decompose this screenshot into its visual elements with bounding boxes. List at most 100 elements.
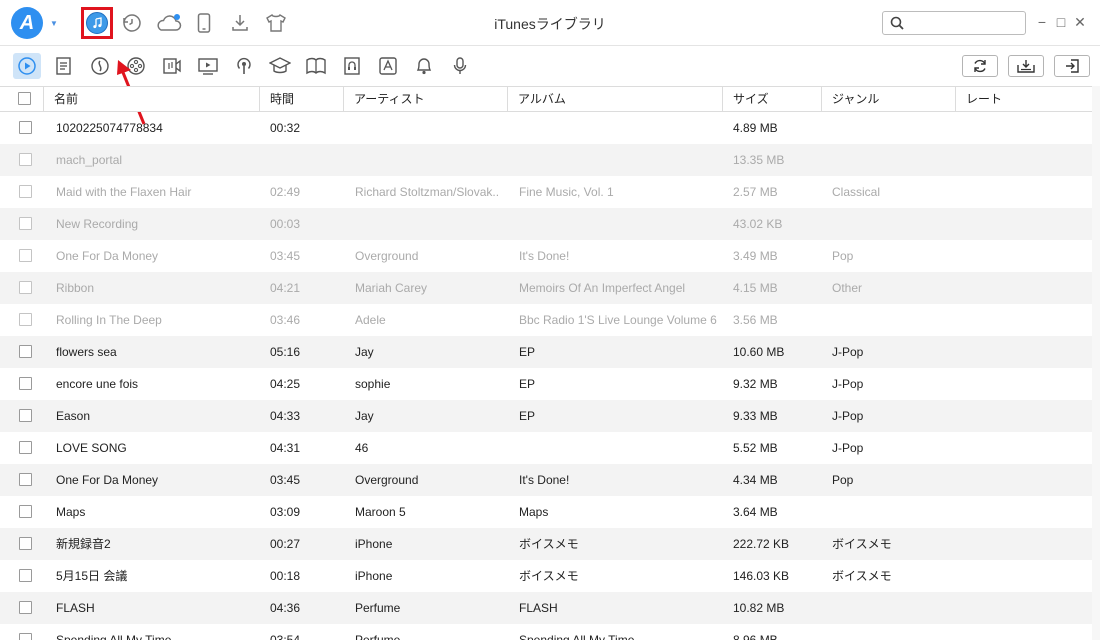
row-checkbox[interactable] (19, 185, 32, 198)
maximize-button[interactable]: □ (1053, 13, 1069, 31)
cell-name: Maid with the Flaxen Hair (56, 185, 192, 199)
tab-podcasts[interactable] (230, 53, 258, 79)
search-input[interactable] (909, 14, 1021, 32)
row-checkbox[interactable] (19, 537, 32, 550)
table-row[interactable]: One For Da Money 03:45 Overground It's Done… (0, 464, 1092, 496)
tshirt-icon[interactable] (262, 9, 290, 37)
tab-voice-memos[interactable] (446, 53, 474, 79)
row-checkbox[interactable] (19, 281, 32, 294)
select-all-checkbox[interactable] (18, 92, 31, 105)
table-row[interactable]: Maps 03:09 Maroon 5 Maps 3.64 MB (0, 496, 1092, 528)
cell-size: 9.33 MB (733, 409, 778, 423)
row-checkbox[interactable] (19, 601, 32, 614)
icloud-icon[interactable] (154, 9, 184, 37)
device-icon[interactable] (190, 9, 218, 37)
refresh-icon (974, 59, 986, 73)
graduation-cap-icon (269, 57, 291, 74)
cell-genre (832, 144, 952, 176)
table-row[interactable]: 1020225074778834 00:32 4.89 MB (0, 112, 1092, 144)
table-row[interactable]: Eason 04:33 Jay EP 9.33 MB J-Pop (0, 400, 1092, 432)
column-header-rate[interactable]: レート (956, 87, 1092, 112)
table-row[interactable]: encore une fois 04:25 sophie EP 9.32 MB J-Pop (0, 368, 1092, 400)
table-row[interactable]: New Recording 00:03 43.02 KB (0, 208, 1092, 240)
cell-name: Ribbon (56, 281, 95, 295)
column-header-artist[interactable]: アーティスト (344, 87, 508, 112)
cell-genre: Other (832, 281, 863, 295)
column-header-name[interactable]: 名前 (44, 87, 260, 112)
import-to-device-button[interactable] (1054, 55, 1090, 77)
cell-size: 146.03 KB (733, 569, 790, 583)
cell-artist: iPhone (355, 537, 393, 551)
table-row[interactable]: One For Da Money 03:45 Overground It's Done… (0, 240, 1092, 272)
cell-album (519, 112, 719, 144)
cell-artist: Jay (355, 345, 374, 359)
cell-artist (355, 144, 503, 176)
tab-playlists[interactable] (50, 53, 78, 79)
row-checkbox[interactable] (19, 473, 32, 486)
close-button[interactable]: ✕ (1072, 13, 1088, 31)
table-row[interactable]: Maid with the Flaxen Hair 02:49 Richard St… (0, 176, 1092, 208)
table-row[interactable]: Ribbon 04:21 Mariah Carey Memoirs Of An Imp… (0, 272, 1092, 304)
row-checkbox[interactable] (19, 441, 32, 454)
music-note-icon (86, 12, 108, 34)
row-checkbox[interactable] (19, 217, 32, 230)
cell-time: 05:16 (270, 345, 301, 359)
tab-tv[interactable] (194, 53, 222, 79)
row-checkbox[interactable] (19, 153, 32, 166)
row-checkbox[interactable] (19, 345, 32, 358)
tab-tones[interactable] (410, 53, 438, 79)
cell-name: Rolling In The Deep (56, 313, 162, 327)
refresh-button[interactable] (962, 55, 998, 77)
music-video-icon (163, 58, 181, 74)
tab-music[interactable] (13, 53, 41, 79)
table-row[interactable]: LOVE SONG 04:31 46 5.52 MB J-Pop (0, 432, 1092, 464)
cell-name: LOVE SONG (56, 441, 127, 455)
audiobook-icon (344, 57, 360, 75)
cell-name: Eason (56, 409, 91, 423)
tab-music-videos[interactable] (158, 53, 186, 79)
tab-audiobooks[interactable] (338, 53, 366, 79)
table-row[interactable]: 5月15日 会議 00:18 iPhone ボイスメモ 146.03 KB ボイスメモ (0, 560, 1092, 592)
column-header-album[interactable]: アルバム (508, 87, 723, 112)
music-library-button[interactable] (81, 7, 113, 39)
row-checkbox[interactable] (19, 633, 32, 640)
search-icon (890, 16, 904, 30)
table-row[interactable]: flowers sea 05:16 Jay EP 10.60 MB J-Pop (0, 336, 1092, 368)
cell-genre (832, 208, 952, 240)
cell-genre (832, 304, 952, 336)
minimize-button[interactable]: − (1034, 13, 1050, 31)
cell-name: mach_portal (56, 153, 123, 167)
tab-books[interactable] (302, 53, 330, 79)
row-checkbox[interactable] (19, 121, 32, 134)
table-row[interactable]: Rolling In The Deep 03:46 Adele Bbc Radio 1… (0, 304, 1092, 336)
table-row[interactable]: 新規録音2 00:27 iPhone ボイスメモ 222.72 KB ボイスメモ (0, 528, 1092, 560)
column-header-time[interactable]: 時間 (260, 87, 344, 112)
table-row[interactable]: FLASH 04:36 Perfume FLASH 10.82 MB (0, 592, 1092, 624)
chevron-down-icon[interactable]: ▼ (50, 19, 58, 28)
cell-size: 3.49 MB (733, 249, 778, 263)
cell-artist: Maroon 5 (355, 505, 406, 519)
tab-itunes-u[interactable] (266, 53, 294, 79)
row-checkbox[interactable] (19, 377, 32, 390)
row-checkbox[interactable] (19, 313, 32, 326)
table-row[interactable]: Spending All My Time 03:54 Perfume Spending… (0, 624, 1092, 640)
table-row[interactable]: mach_portal 13.35 MB (0, 144, 1092, 176)
app-logo-icon[interactable]: A (11, 7, 43, 39)
download-icon[interactable] (226, 9, 254, 37)
row-checkbox[interactable] (19, 505, 32, 518)
cell-time: 04:31 (270, 441, 301, 455)
row-checkbox[interactable] (19, 249, 32, 262)
vertical-scrollbar[interactable] (1092, 86, 1100, 640)
cell-size: 13.35 MB (733, 153, 785, 167)
row-checkbox[interactable] (19, 569, 32, 582)
search-field[interactable] (882, 11, 1026, 35)
cell-time: 03:46 (270, 313, 301, 327)
import-icon (1066, 59, 1079, 73)
tab-apps[interactable] (374, 53, 402, 79)
restore-icon[interactable] (118, 9, 146, 37)
row-checkbox[interactable] (19, 409, 32, 422)
column-header-genre[interactable]: ジャンル (822, 87, 956, 112)
column-header-size[interactable]: サイズ (723, 87, 822, 112)
export-to-pc-button[interactable] (1008, 55, 1044, 77)
cell-artist: Perfume (355, 633, 401, 640)
